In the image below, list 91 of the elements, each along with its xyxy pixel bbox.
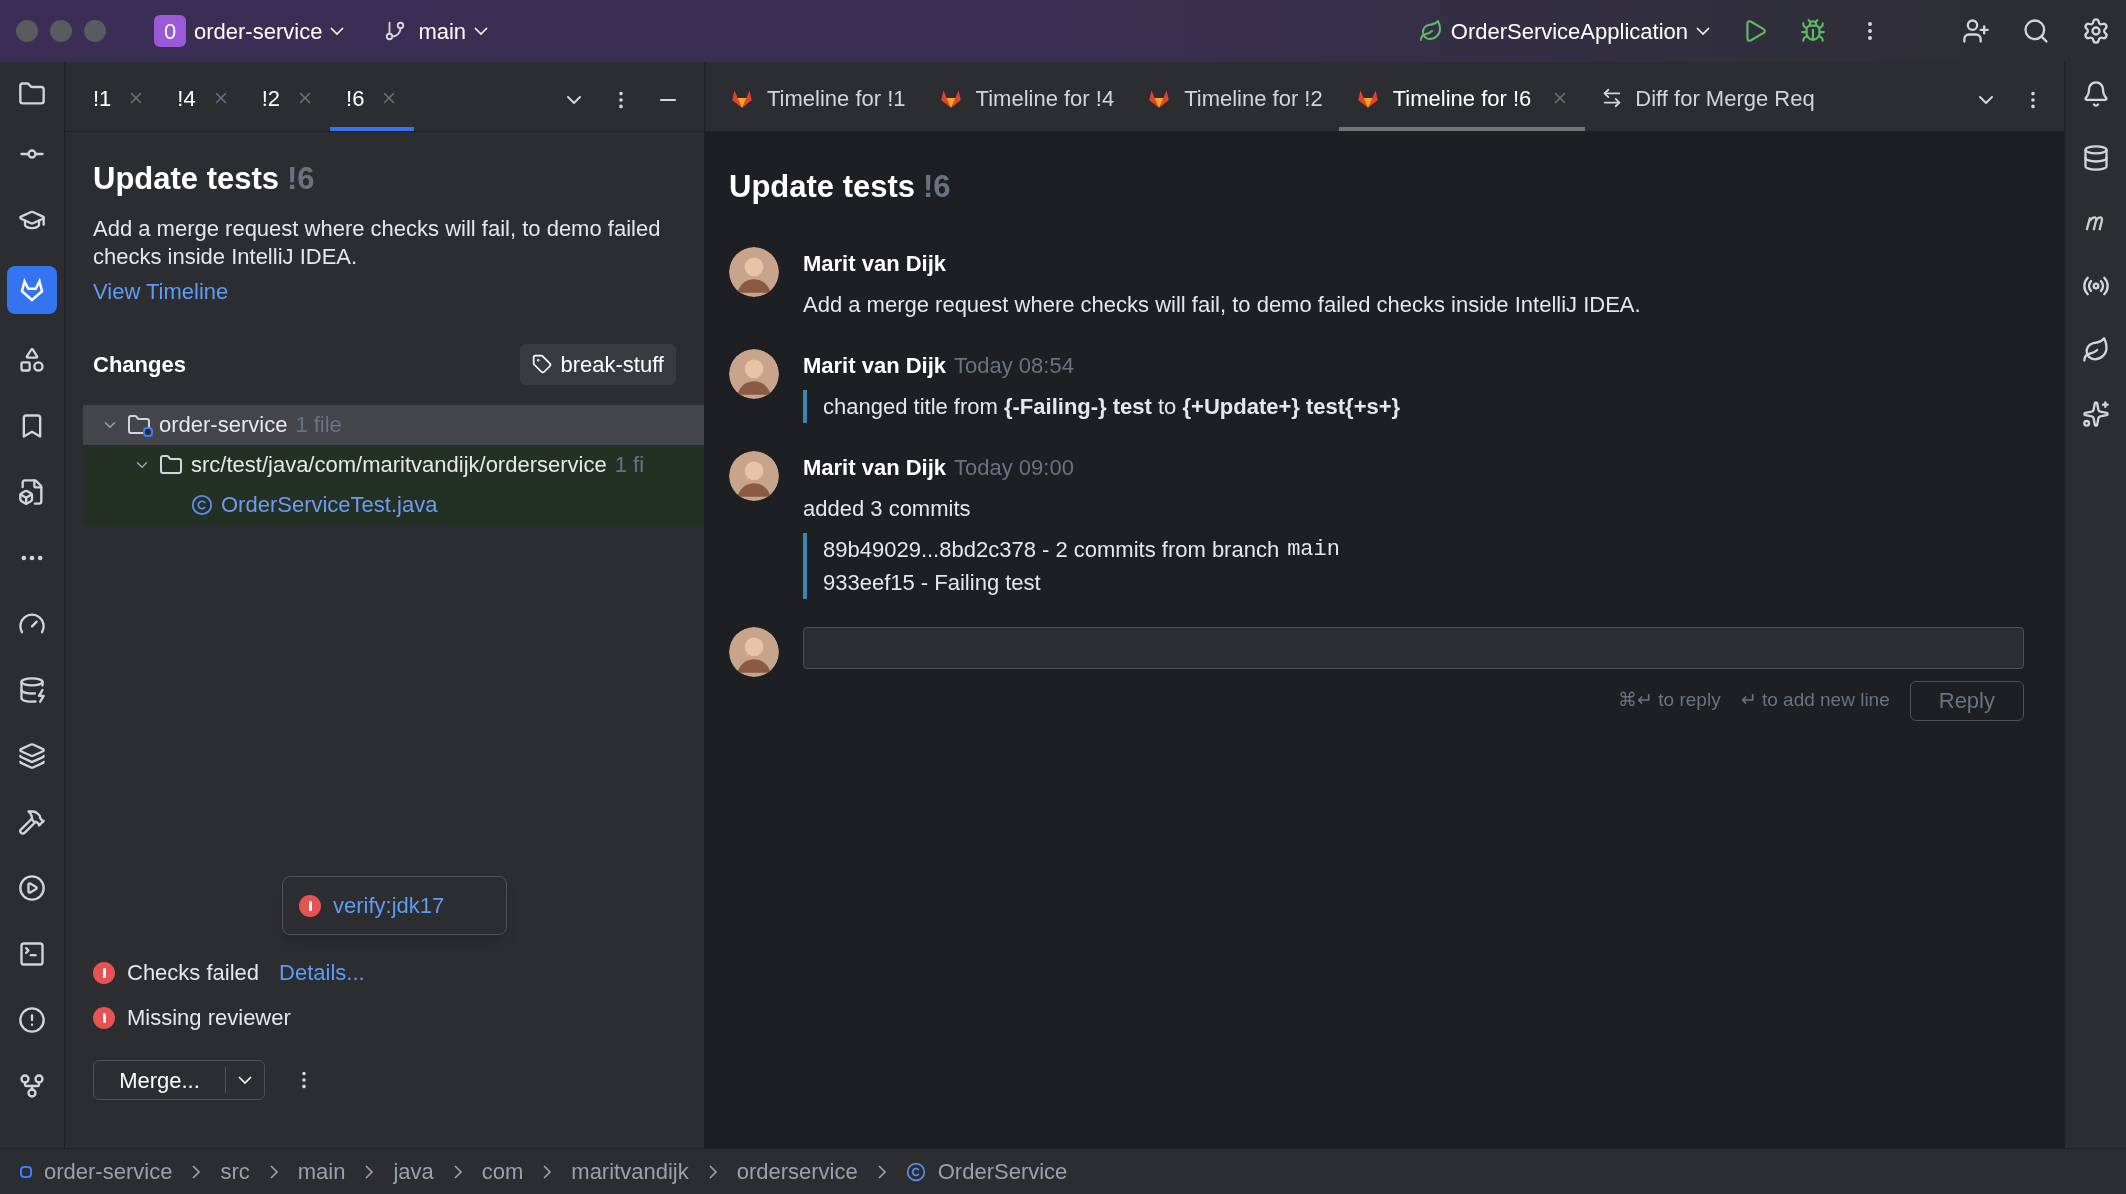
change-text: changed title from {-Failing-} test to {+Update+} test{+s+}: [823, 392, 1401, 421]
breadcrumb[interactable]: orderservice: [736, 1155, 858, 1188]
comment-text: added 3 commits: [803, 494, 972, 523]
chevron-down-icon: [330, 27, 345, 35]
database-icon[interactable]: [2081, 144, 2110, 172]
error-icon: [93, 961, 115, 984]
timestamp: Today 09:00: [954, 453, 1074, 482]
chevron-icon: [365, 1164, 374, 1179]
author-name: Marit van Dijk: [803, 453, 947, 482]
merge-request-title: Update tests: [93, 160, 280, 198]
chevron-icon: [269, 1164, 278, 1179]
breadcrumb[interactable]: com: [481, 1155, 524, 1188]
module-icon: [20, 1165, 32, 1178]
tree-row[interactable]: src/test/java/com/maritvandijk/orderservice 1 fi: [83, 444, 704, 485]
folder-icon: [159, 452, 183, 477]
sparkle-icon[interactable]: [2081, 400, 2110, 428]
branch-selector[interactable]: main: [418, 14, 489, 48]
tree-label: OrderServiceTest.java: [221, 491, 438, 519]
merge-requests-tool-button[interactable]: [7, 266, 57, 314]
commit-text: 933eef15 - Failing test: [823, 568, 1041, 597]
chevron-down-icon: [1696, 27, 1710, 35]
reply-field[interactable]: [803, 626, 2024, 669]
changes-heading: Changes: [93, 350, 186, 379]
chevron-down-icon: [474, 27, 489, 35]
branch-icon: [384, 20, 407, 42]
commit-text: 89b49029...8bd2c378 - 2 commits from branch: [823, 535, 1280, 564]
tag-icon: [532, 354, 553, 374]
class-icon: [191, 493, 213, 516]
search-icon[interactable]: [2022, 17, 2050, 45]
comment-text: Add a merge request where checks will fail, to demo failed checks inside IntelliJ IDEA.: [803, 290, 1641, 319]
shortcut-hint: ↵ to add new line: [1740, 688, 1890, 713]
folder-icon[interactable]: [18, 80, 46, 108]
branch-tag: break-stuff: [520, 343, 676, 385]
settings-icon[interactable]: [2082, 17, 2110, 45]
tree-row[interactable]: order-service 1 file: [83, 404, 704, 445]
breadcrumb[interactable]: java: [393, 1155, 434, 1188]
file-count: 1 fi: [614, 451, 645, 479]
details-link[interactable]: Details...: [279, 956, 365, 989]
chevron-icon: [708, 1164, 717, 1179]
merge-request-number: !6: [287, 160, 315, 198]
project-badge: 0: [154, 15, 186, 47]
avatar: [729, 348, 779, 399]
class-icon: [905, 1161, 926, 1182]
status-text: Missing reviewer: [127, 1004, 291, 1032]
add-user-icon[interactable]: [1962, 17, 1990, 45]
avatar: [729, 450, 779, 501]
merge-request-description: Add a merge request where checks will fail, to demo failed checks inside IntelliJ IDEA.: [93, 214, 662, 271]
editor-tab[interactable]: Timeline for !2: [1130, 69, 1339, 131]
editor-tab[interactable]: Timeline for !4: [921, 69, 1131, 131]
avatar: [729, 246, 779, 297]
chevron-icon: [877, 1164, 886, 1179]
author-name: Marit van Dijk: [803, 249, 947, 278]
notifications-icon[interactable]: [2081, 80, 2110, 108]
breadcrumb[interactable]: src: [220, 1155, 250, 1188]
status-text: Checks failed: [127, 959, 260, 987]
editor-tab[interactable]: Timeline for !6: [1338, 69, 1586, 131]
merge-request-tab[interactable]: !6: [330, 69, 415, 131]
leaf-icon[interactable]: [2081, 336, 2110, 364]
author-name: Marit van Dijk: [803, 351, 947, 380]
breadcrumb[interactable]: main: [297, 1155, 346, 1188]
breadcrumb[interactable]: OrderService: [937, 1155, 1068, 1188]
breadcrumb[interactable]: maritvandijk: [571, 1155, 689, 1188]
merge-button[interactable]: Merge...: [93, 1060, 265, 1100]
shortcut-hint: ⌘↵ to reply: [1618, 688, 1721, 713]
error-icon: [299, 894, 321, 917]
merge-request-tab[interactable]: !4: [161, 69, 246, 131]
timeline-title: Update tests: [729, 168, 916, 206]
avatar: [729, 626, 779, 677]
editor-tab[interactable]: Timeline for !1: [713, 69, 922, 131]
branch-name: main: [1287, 535, 1340, 564]
timeline-number: !6: [923, 168, 951, 206]
error-icon: [93, 1006, 115, 1029]
editor-tab[interactable]: Diff for Merge Req: [1585, 69, 1831, 131]
debug-icon[interactable]: [1800, 18, 1826, 44]
merge-request-tab[interactable]: !2: [245, 69, 331, 131]
run-config-selector[interactable]: OrderServiceApplication: [1450, 14, 1710, 48]
chevron-down-icon: [238, 1076, 252, 1084]
tree-label: order-service: [159, 411, 288, 439]
tree-row[interactable]: OrderServiceTest.java: [83, 484, 704, 525]
breadcrumb[interactable]: order-service: [44, 1155, 173, 1188]
module-folder-icon: [127, 412, 151, 437]
chevron-icon: [192, 1164, 201, 1179]
merge-request-tab[interactable]: !1: [77, 69, 162, 131]
file-count: 1 file: [295, 411, 342, 439]
view-timeline-link[interactable]: View Timeline: [93, 274, 676, 308]
timestamp: Today 08:54: [954, 351, 1074, 380]
check-link[interactable]: verify:jdk17: [333, 889, 445, 922]
project-selector[interactable]: order-service: [194, 14, 345, 48]
tree-label: src/test/java/com/maritvandijk/orderservice: [191, 451, 607, 479]
chevron-icon: [453, 1164, 462, 1179]
chevron-icon: [543, 1164, 552, 1179]
